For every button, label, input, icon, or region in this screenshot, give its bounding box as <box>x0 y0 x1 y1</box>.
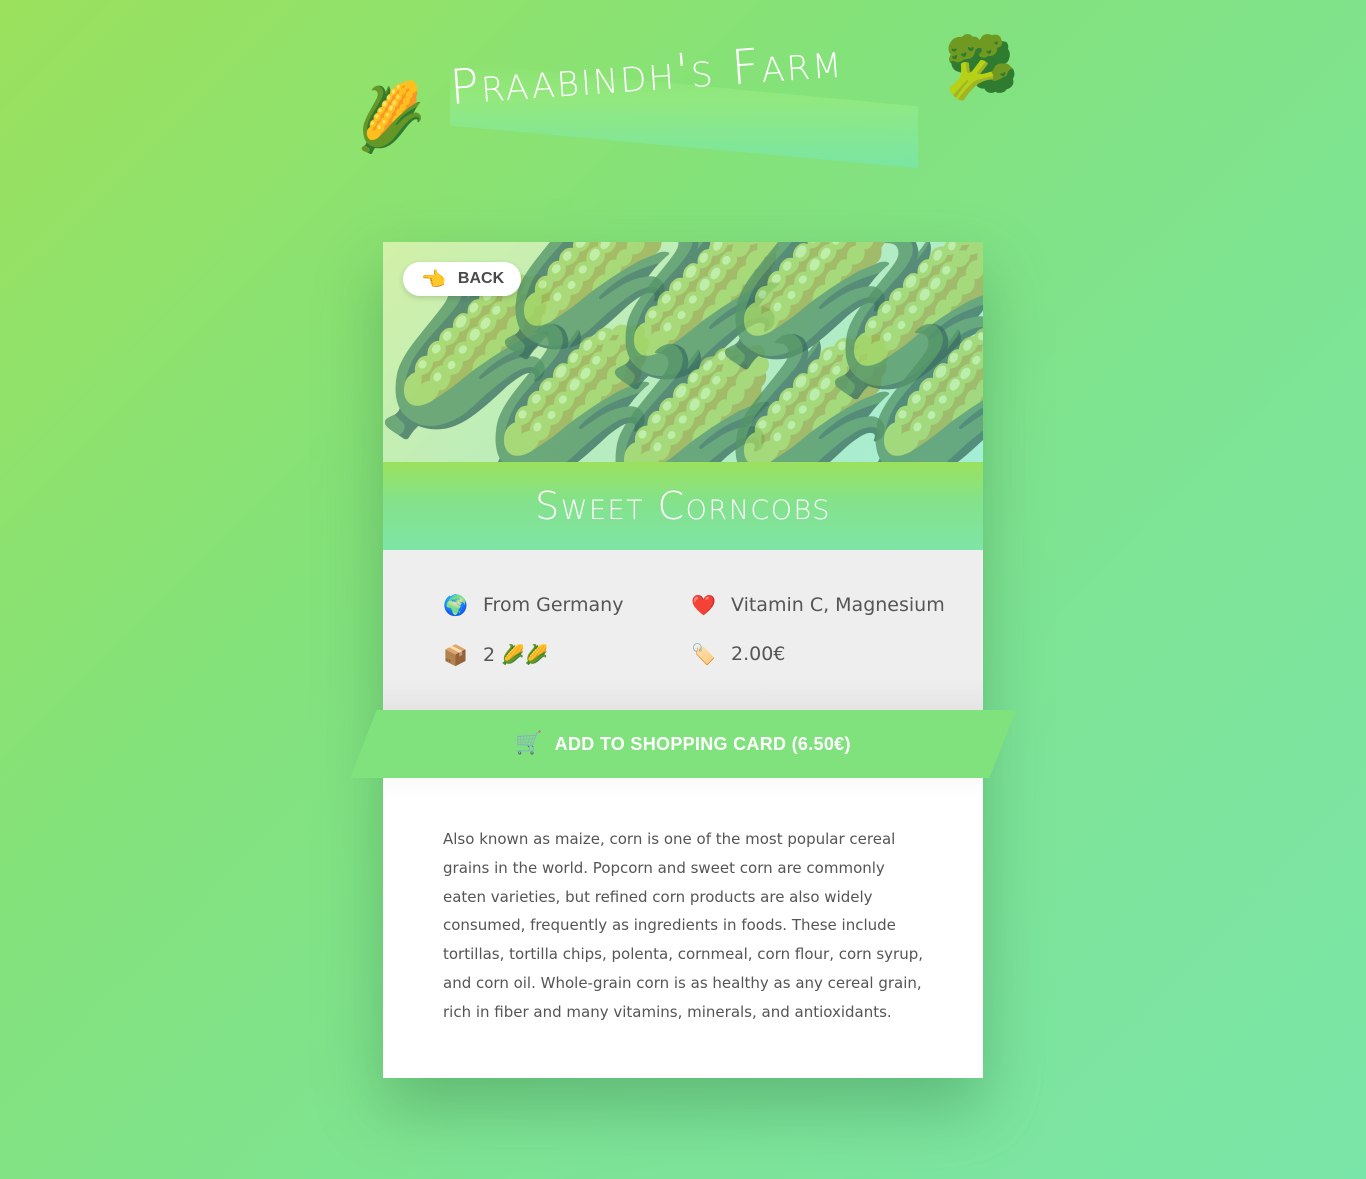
product-info-panel: 🌍 From Germany ❤️ Vitamin C, Magnesium 📦… <box>383 550 983 710</box>
quantity-info: 📦 2 🌽🌽 <box>443 643 548 666</box>
site-header: 🌽 Praabindh's Farm 🥦 <box>0 33 1366 178</box>
quantity-text: 2 🌽🌽 <box>483 644 549 666</box>
price-text: 2.00€ <box>731 643 786 665</box>
nutrients-text: Vitamin C, Magnesium <box>731 594 945 616</box>
shopping-cart-icon: 🛒 <box>515 731 543 756</box>
product-name: Sweet Corncobs <box>535 484 831 528</box>
product-image: 🌽 🌽 🌽 🌽 🌽 🌽 🌽 🌽 🌽 👈 BACK <box>383 242 983 462</box>
corn-icon: 🌽 <box>346 77 433 159</box>
price-tag-icon: 🏷️ <box>691 642 716 666</box>
pointing-hand-icon: 👈 <box>421 267 446 291</box>
nutrients-info: ❤️ Vitamin C, Magnesium <box>691 594 945 616</box>
add-to-cart-label: ADD TO SHOPPING CARD (6.50€) <box>554 733 851 754</box>
product-card: 🌽 🌽 🌽 🌽 🌽 🌽 🌽 🌽 🌽 👈 BACK Sweet Corncobs … <box>383 242 983 1078</box>
product-description: Also known as maize, corn is one of the … <box>443 830 923 1021</box>
product-name-banner: Sweet Corncobs <box>383 462 983 550</box>
globe-icon: 🌍 <box>443 593 468 617</box>
corn-pattern-icon: 🌽 <box>853 320 983 462</box>
package-icon: 📦 <box>443 642 468 667</box>
origin-text: From Germany <box>483 594 624 616</box>
origin-info: 🌍 From Germany <box>443 594 623 616</box>
broccoli-icon: 🥦 <box>944 33 1019 103</box>
price-info: 🏷️ 2.00€ <box>691 643 785 665</box>
heart-icon: ❤️ <box>691 593 716 617</box>
add-to-cart-button[interactable]: 🛒 ADD TO SHOPPING CARD (6.50€) <box>350 710 1016 778</box>
back-button[interactable]: 👈 BACK <box>403 262 521 296</box>
back-label: BACK <box>457 270 505 287</box>
